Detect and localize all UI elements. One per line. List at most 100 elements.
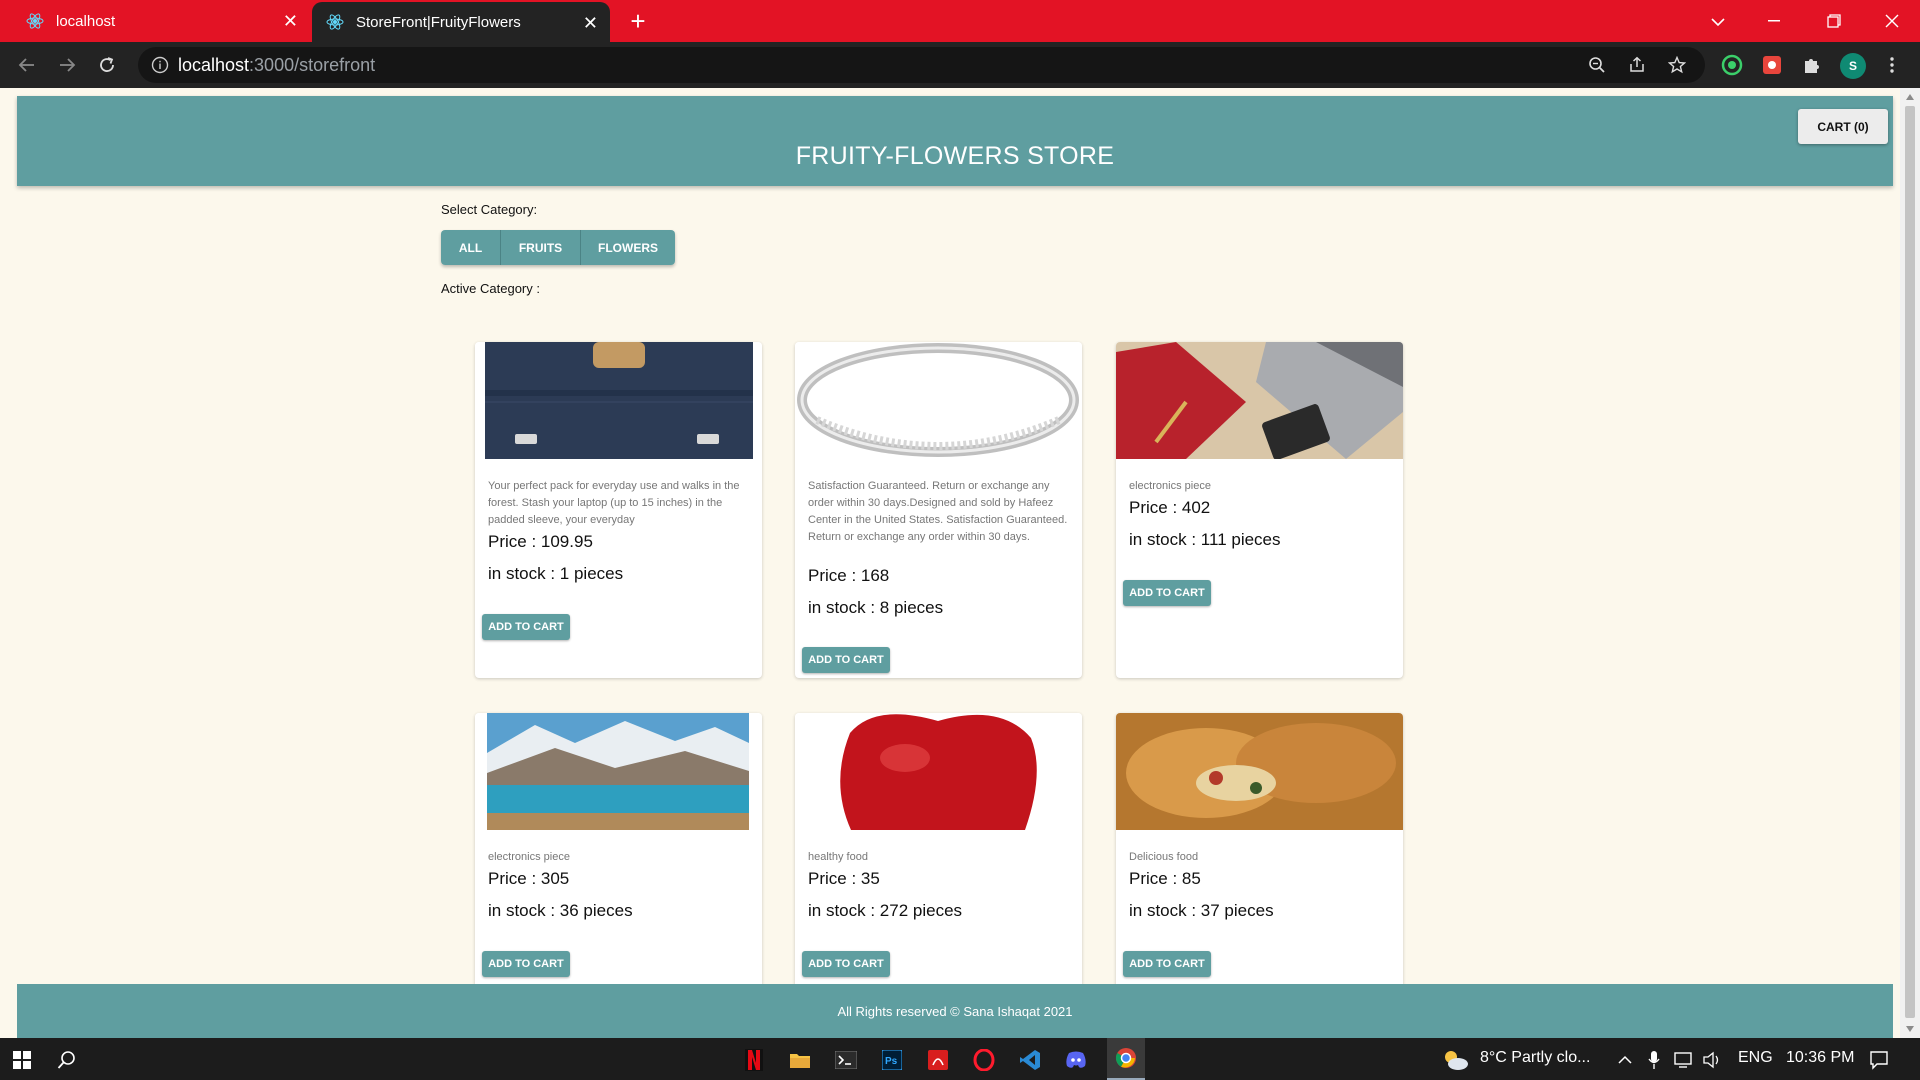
weather-icon[interactable] <box>1440 1045 1470 1075</box>
window-close-icon[interactable] <box>1864 0 1920 42</box>
product-description: Satisfaction Guaranteed. Return or excha… <box>808 480 1068 543</box>
category-all-button[interactable]: ALL <box>441 230 501 265</box>
product-stock: in stock : 8 pieces <box>808 598 944 617</box>
weather-text[interactable]: 8°C Partly clo... <box>1480 1049 1590 1067</box>
terminal-icon[interactable] <box>831 1045 861 1075</box>
product-description: Your perfect pack for everyday use and w… <box>488 480 740 526</box>
notifications-icon[interactable] <box>1864 1045 1894 1075</box>
product-card: electronics piece Price : 305 in stock :… <box>475 713 762 1013</box>
product-description: electronics piece <box>488 851 570 863</box>
scroll-down-icon[interactable] <box>1906 1026 1914 1032</box>
vscode-icon[interactable] <box>1015 1045 1045 1075</box>
opera-icon[interactable] <box>969 1045 999 1075</box>
tab-title: StoreFront|FruityFlowers <box>356 13 521 31</box>
volume-icon[interactable] <box>1697 1045 1727 1075</box>
browser-toolbar: localhost:3000/storefront S <box>0 42 1920 88</box>
product-image-pastry <box>1116 713 1403 830</box>
product-price: Price : 85 <box>1129 869 1201 888</box>
reload-icon[interactable] <box>91 49 123 81</box>
product-card: electronics piece Price : 402 in stock :… <box>1116 342 1403 678</box>
svg-text:Ps: Ps <box>885 1056 898 1067</box>
page-footer: All Rights reserved © Sana Ishaqat 2021 <box>17 984 1893 1038</box>
discord-icon[interactable] <box>1061 1045 1091 1075</box>
tab-storefront[interactable]: StoreFront|FruityFlowers ✕ <box>312 2 610 42</box>
add-to-cart-button[interactable]: ADD TO CART <box>802 647 890 673</box>
site-info-icon[interactable] <box>150 55 170 75</box>
product-description: electronics piece <box>1129 480 1211 492</box>
product-card: Your perfect pack for everyday use and w… <box>475 342 762 678</box>
tray-chevron-icon[interactable] <box>1610 1045 1640 1075</box>
zoom-icon[interactable] <box>1586 54 1608 76</box>
browser-menu-icon[interactable] <box>1880 53 1904 77</box>
windows-taskbar: Ps 8°C Partly clo... ENG 10:36 PM <box>0 1038 1920 1080</box>
product-price: Price : 168 <box>808 566 890 585</box>
scroll-thumb[interactable] <box>1905 106 1915 1018</box>
product-description: healthy food <box>808 851 868 863</box>
restore-icon[interactable] <box>1806 0 1862 42</box>
page-scrollbar[interactable] <box>1900 88 1920 1038</box>
react-favicon-icon <box>326 13 344 31</box>
product-card: Satisfaction Guaranteed. Return or excha… <box>795 342 1082 678</box>
bookmark-star-icon[interactable] <box>1666 54 1688 76</box>
product-stock: in stock : 1 pieces <box>488 564 624 583</box>
footer-text: All Rights reserved © Sana Ishaqat 2021 <box>837 1003 1073 1019</box>
product-price: Price : 305 <box>488 869 570 888</box>
product-image-mountains <box>475 713 762 830</box>
chrome-icon[interactable] <box>1107 1038 1145 1080</box>
tab-close-icon[interactable]: ✕ <box>283 12 298 30</box>
app-header: FRUITY-FLOWERS STORE CART (0) <box>17 96 1893 186</box>
photoshop-icon[interactable]: Ps <box>877 1045 907 1075</box>
language-indicator[interactable]: ENG <box>1738 1049 1773 1067</box>
add-to-cart-button[interactable]: ADD TO CART <box>1123 580 1211 606</box>
product-price: Price : 402 <box>1129 498 1211 517</box>
product-stock: in stock : 272 pieces <box>808 901 963 920</box>
extensions-puzzle-icon[interactable] <box>1800 53 1824 77</box>
search-icon[interactable] <box>52 1045 82 1075</box>
extension-green-icon[interactable] <box>1720 53 1744 77</box>
tab-localhost[interactable]: localhost ✕ <box>12 0 310 42</box>
product-stock: in stock : 37 pieces <box>1129 901 1274 920</box>
add-to-cart-button[interactable]: ADD TO CART <box>482 614 570 640</box>
clock[interactable]: 10:36 PM <box>1786 1049 1854 1067</box>
minimize-icon[interactable] <box>1746 0 1802 42</box>
page-title: FRUITY-FLOWERS STORE <box>795 142 1115 170</box>
page-viewport: FRUITY-FLOWERS STORE CART (0) Select Cat… <box>0 88 1900 1038</box>
new-tab-icon[interactable]: + <box>624 8 652 36</box>
scroll-up-icon[interactable] <box>1906 94 1914 100</box>
network-icon[interactable] <box>1668 1045 1698 1075</box>
netflix-icon[interactable] <box>739 1045 769 1075</box>
product-stock: in stock : 111 pieces <box>1129 530 1281 549</box>
acrobat-icon[interactable] <box>923 1045 953 1075</box>
react-favicon-icon <box>26 12 44 30</box>
category-flowers-button[interactable]: FLOWERS <box>581 230 675 265</box>
tab-title: localhost <box>56 12 116 30</box>
product-price: Price : 109.95 <box>488 532 593 551</box>
cart-button[interactable]: CART (0) <box>1798 109 1888 144</box>
windows-start-icon[interactable] <box>7 1045 37 1075</box>
address-bar[interactable]: localhost:3000/storefront <box>138 47 1705 83</box>
active-category-label: Active Category : <box>441 281 540 296</box>
product-image-apple <box>795 713 1082 830</box>
product-image-desk <box>1116 342 1403 460</box>
product-image-ring <box>795 342 1082 459</box>
category-button-group: ALL FRUITS FLOWERS <box>441 230 675 265</box>
tab-close-icon[interactable]: ✕ <box>583 14 598 32</box>
profile-avatar[interactable]: S <box>1840 53 1866 79</box>
url-text: localhost:3000/storefront <box>178 55 376 75</box>
select-category-label: Select Category: <box>441 202 538 217</box>
product-description: Delicious food <box>1129 851 1199 863</box>
add-to-cart-button[interactable]: ADD TO CART <box>1123 951 1211 977</box>
extension-red-icon[interactable] <box>1760 53 1784 77</box>
product-price: Price : 35 <box>808 869 880 888</box>
add-to-cart-button[interactable]: ADD TO CART <box>802 951 890 977</box>
share-icon[interactable] <box>1626 54 1648 76</box>
back-icon[interactable] <box>11 49 43 81</box>
forward-icon[interactable] <box>51 49 83 81</box>
category-fruits-button[interactable]: FRUITS <box>501 230 581 265</box>
add-to-cart-button[interactable]: ADD TO CART <box>482 951 570 977</box>
file-explorer-icon[interactable] <box>785 1045 815 1075</box>
microphone-icon[interactable] <box>1639 1045 1669 1075</box>
product-stock: in stock : 36 pieces <box>488 901 633 920</box>
tab-search-icon[interactable] <box>1704 8 1732 36</box>
product-card: healthy food Price : 35 in stock : 272 p… <box>795 713 1082 1013</box>
